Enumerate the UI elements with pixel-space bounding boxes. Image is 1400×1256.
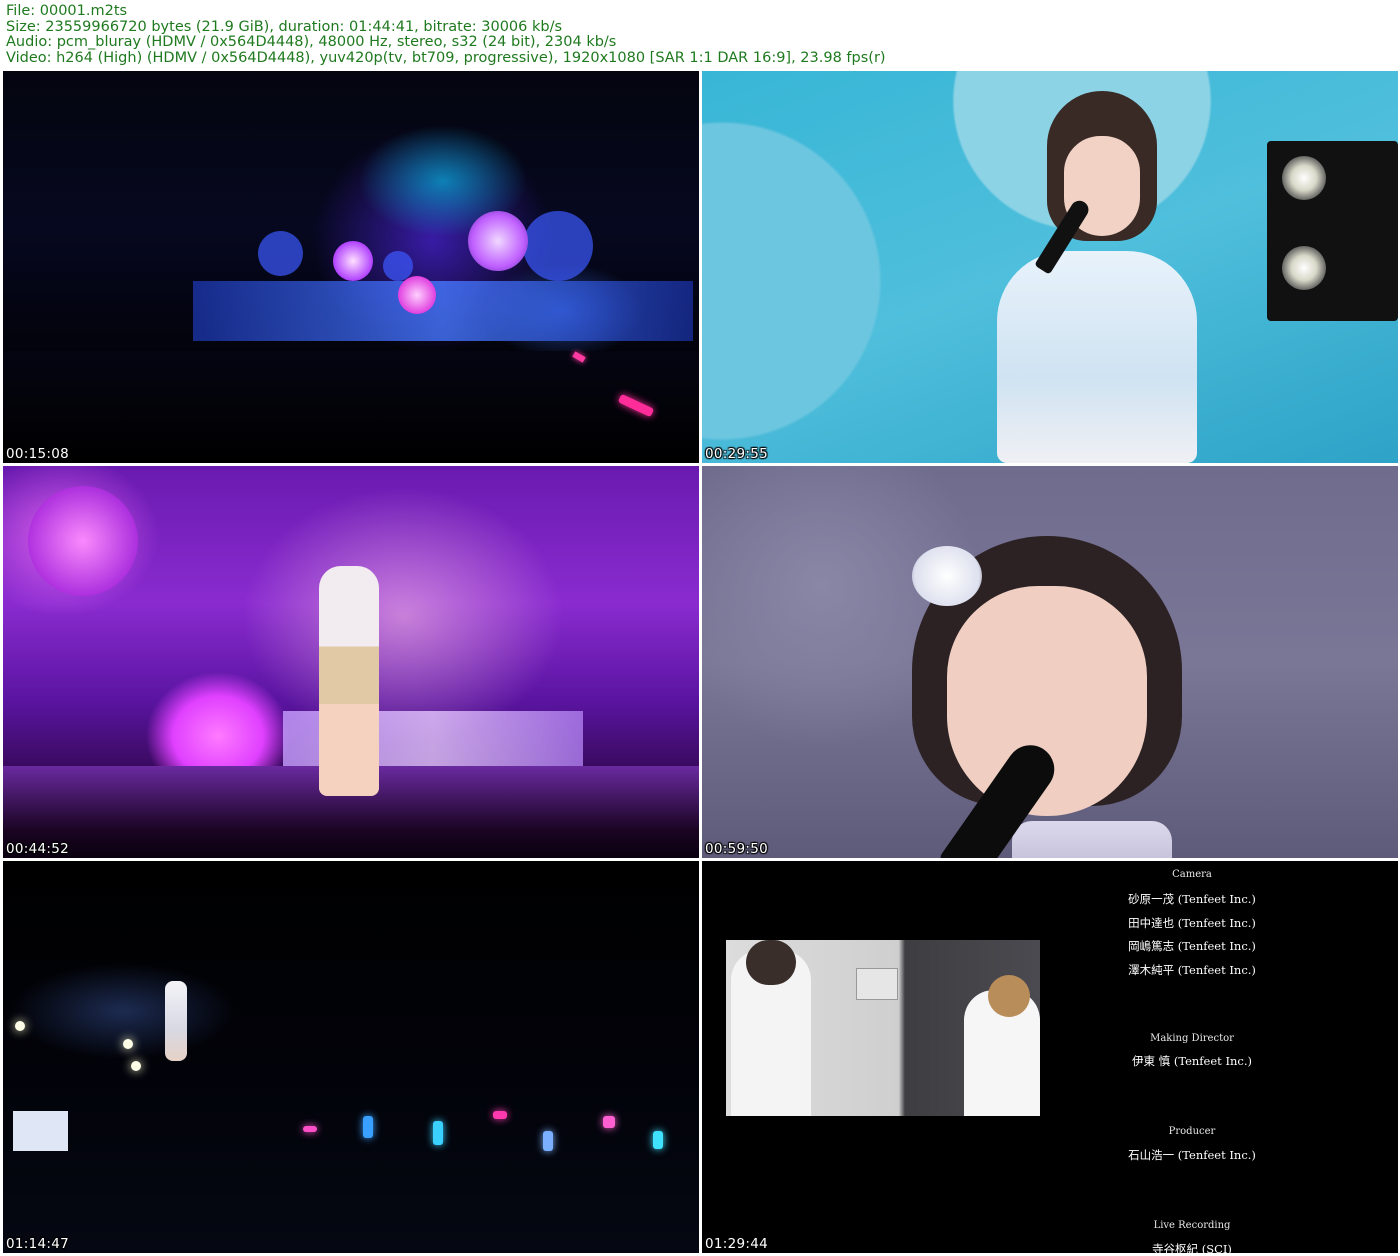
credit-name: 砂原一茂 (Tenfeet Inc.) (1128, 892, 1256, 906)
close-up-image (702, 466, 1398, 858)
thumbnail-5[interactable]: 01:14:47 (3, 861, 699, 1253)
timestamp: 01:29:44 (705, 1236, 769, 1252)
performance-image (3, 466, 699, 858)
timestamp: 01:14:47 (6, 1236, 70, 1252)
timestamp: 00:59:50 (705, 841, 769, 857)
thumbnail-2[interactable]: 00:29:55 (702, 71, 1398, 463)
credit-role-camera: Camera (1172, 869, 1212, 880)
credits-list: Camera 砂原一茂 (Tenfeet Inc.) 田中達也 (Tenfeet… (1092, 861, 1292, 1253)
stage-image (3, 71, 699, 463)
timestamp: 00:15:08 (6, 446, 70, 462)
credit-name: 寺谷枢紀 (SCI) (1152, 1242, 1232, 1253)
crowd-image (3, 861, 699, 1253)
credit-name: 岡嶋篤志 (Tenfeet Inc.) (1128, 939, 1256, 953)
making-footage-inset (726, 940, 1040, 1116)
credit-name: 石山浩一 (Tenfeet Inc.) (1128, 1148, 1256, 1162)
thumbnail-6[interactable]: Camera 砂原一茂 (Tenfeet Inc.) 田中達也 (Tenfeet… (702, 861, 1398, 1253)
credit-name: 澤木純平 (Tenfeet Inc.) (1128, 963, 1256, 977)
singer-image (702, 71, 1398, 463)
thumbnail-4[interactable]: 00:59:50 (702, 466, 1398, 858)
timestamp: 00:29:55 (705, 446, 769, 462)
credit-name: 伊東 慎 (Tenfeet Inc.) (1132, 1054, 1252, 1068)
thumbnail-grid: 00:15:08 00:29:55 00:44:52 00:59:50 01:1… (0, 0, 1400, 1256)
timestamp: 00:44:52 (6, 841, 70, 857)
thumbnail-3[interactable]: 00:44:52 (3, 466, 699, 858)
credits-image: Camera 砂原一茂 (Tenfeet Inc.) 田中達也 (Tenfeet… (702, 861, 1398, 1253)
credit-name: 田中達也 (Tenfeet Inc.) (1128, 916, 1256, 930)
thumbnail-1[interactable]: 00:15:08 (3, 71, 699, 463)
credit-role-making-director: Making Director (1150, 1033, 1234, 1044)
credit-role-live-recording: Live Recording (1153, 1220, 1231, 1231)
credit-role-producer: Producer (1168, 1126, 1216, 1137)
